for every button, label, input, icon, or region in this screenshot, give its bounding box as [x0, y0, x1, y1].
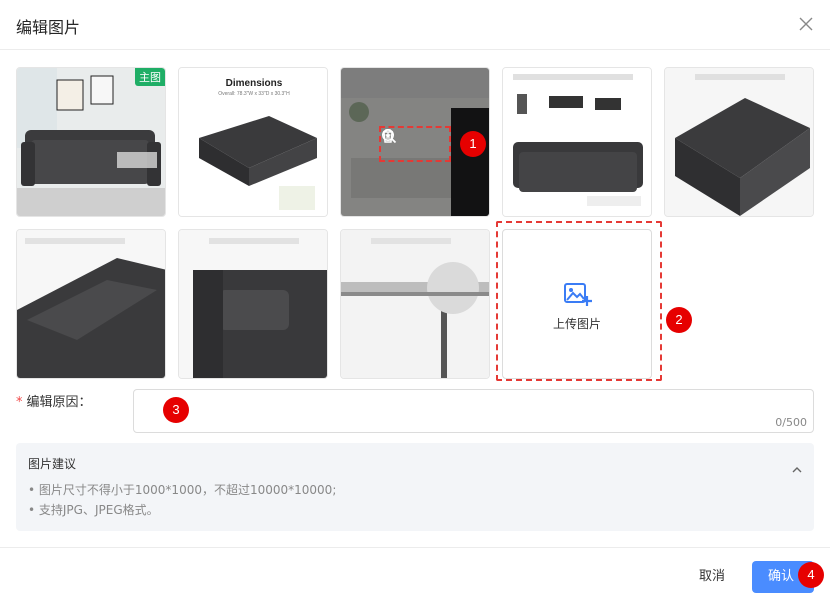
reason-textarea[interactable]: 0/500 [133, 389, 814, 433]
edit-image-dialog: 编辑图片 主图 Dimensions Overall: 78.3"W x 33"… [0, 0, 830, 604]
close-icon[interactable] [798, 16, 814, 32]
tips-line-1: • 图片尺寸不得小于1000*1000，不超过10000*10000; [28, 483, 337, 497]
sofa-photo-2: Dimensions Overall: 78.3"W x 33"D x 30.3… [179, 68, 327, 216]
annotation-marker-2: 2 [666, 307, 692, 333]
chevron-up-icon[interactable] [792, 459, 802, 473]
reason-label-text: 编辑原因： [26, 395, 92, 410]
annotation-marker-3: 3 [163, 397, 189, 423]
sofa-photo-4 [503, 68, 651, 216]
hover-actions [379, 126, 451, 162]
dialog-footer: 取消 确认 [0, 547, 830, 604]
image-thumb-2[interactable]: Dimensions Overall: 78.3"W x 33"D x 30.3… [178, 67, 328, 217]
image-tips-panel: 图片建议 • 图片尺寸不得小于1000*1000，不超过10000*10000;… [16, 443, 814, 531]
reason-label: * 编辑原因： [16, 391, 92, 410]
upload-image-button[interactable]: 上传图片 [502, 229, 652, 379]
image-thumb-4[interactable] [502, 67, 652, 217]
annotation-marker-4: 4 [798, 562, 824, 588]
cancel-button[interactable]: 取消 [684, 562, 740, 592]
image-thumb-8[interactable] [340, 229, 490, 379]
image-thumb-6[interactable] [16, 229, 166, 379]
tips-line-2: • 支持JPG、JPEG格式。 [28, 503, 159, 517]
upload-label: 上传图片 [552, 317, 601, 331]
sofa-photo-6 [17, 230, 165, 378]
sofa-photo-7 [179, 230, 327, 378]
dimensions-subcaption: Overall: 78.3"W x 33"D x 30.3"H [218, 91, 290, 97]
image-thumb-5[interactable] [664, 67, 814, 217]
dimensions-caption: Dimensions [226, 78, 283, 89]
char-counter: 0/500 [775, 416, 807, 429]
required-mark: * [16, 395, 23, 410]
dialog-title: 编辑图片 [16, 18, 81, 37]
annotation-marker-1: 1 [460, 131, 486, 157]
image-plus-icon [564, 282, 592, 308]
image-thumb-1[interactable]: 主图 [16, 67, 166, 217]
sofa-photo-1 [17, 68, 165, 216]
sofa-photo-8 [341, 230, 489, 378]
image-thumb-7[interactable] [178, 229, 328, 379]
tips-title: 图片建议 [28, 457, 77, 471]
sofa-photo-5 [665, 68, 813, 216]
dialog-header: 编辑图片 [0, 0, 830, 50]
main-image-badge: 主图 [135, 68, 165, 86]
